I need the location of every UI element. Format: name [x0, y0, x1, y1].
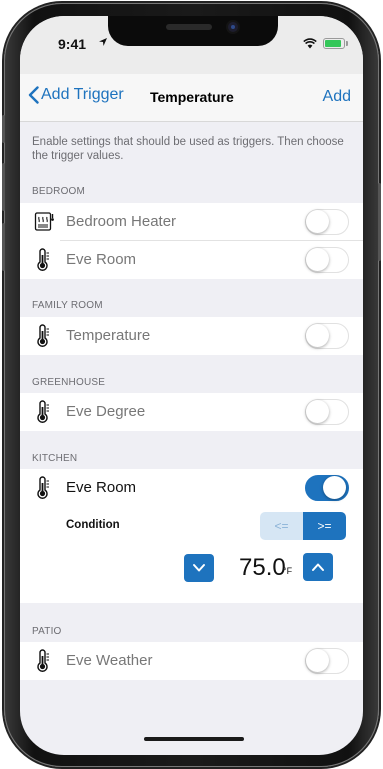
condition-label: Condition: [66, 519, 120, 531]
section-header-greenhouse: GREENHOUSE: [32, 377, 106, 388]
thermometer-icon: [37, 248, 49, 271]
toggle-eve-room-kitchen[interactable]: [305, 475, 349, 501]
trigger-label: Eve Weather: [66, 652, 153, 669]
heater-icon: [34, 212, 54, 231]
toggle-temperature[interactable]: [305, 323, 349, 349]
power-button: [378, 183, 381, 261]
trigger-label: Eve Room: [66, 479, 137, 496]
condition-less-equal-button[interactable]: <=: [260, 512, 303, 540]
navigation-bar: Add Trigger Temperature Add: [20, 74, 363, 122]
home-indicator[interactable]: [144, 737, 244, 741]
section-header-bedroom: BEDROOM: [32, 186, 86, 197]
trigger-label: Eve Room: [66, 251, 137, 268]
volume-down-button: [2, 223, 5, 271]
toggle-bedroom-heater[interactable]: [305, 209, 349, 235]
section-kitchen: Eve Room Condition <= >= 75.0 °F: [20, 469, 363, 603]
trigger-row-eve-room-kitchen: Eve Room: [20, 469, 363, 507]
condition-greater-equal-button[interactable]: >=: [303, 512, 346, 540]
trigger-row-eve-degree: Eve Degree: [20, 393, 363, 431]
notch: [108, 16, 278, 46]
chevron-down-icon: [193, 564, 205, 572]
decrement-button[interactable]: [184, 554, 214, 582]
chevron-left-icon: [28, 86, 39, 104]
section-header-family-room: FAMILY ROOM: [32, 300, 103, 311]
status-time: 9:41: [58, 36, 87, 52]
section-family-room: Temperature: [20, 317, 363, 355]
speaker-grille: [166, 24, 212, 30]
section-header-kitchen: KITCHEN: [32, 453, 78, 464]
add-button[interactable]: Add: [323, 88, 351, 106]
section-greenhouse: Eve Degree: [20, 393, 363, 431]
trigger-label: Eve Degree: [66, 403, 146, 420]
screen: 9:41 Add Trigger Temperature Add Enable …: [20, 16, 363, 755]
thermometer-icon: [37, 324, 49, 347]
trigger-row-temperature: Temperature: [20, 317, 363, 355]
page-title: Temperature: [150, 89, 234, 105]
phone-frame: 9:41 Add Trigger Temperature Add Enable …: [2, 3, 381, 767]
temperature-value: 75.0: [239, 554, 286, 581]
section-patio: Eve Weather: [20, 642, 363, 680]
thermometer-icon: [37, 400, 49, 423]
section-header-patio: PATIO: [32, 626, 62, 637]
back-label: Add Trigger: [41, 86, 124, 103]
toggle-eve-weather[interactable]: [305, 648, 349, 674]
trigger-label: Bedroom Heater: [66, 213, 177, 230]
mute-switch: [2, 115, 5, 143]
increment-button[interactable]: [303, 553, 333, 581]
toggle-eve-room-bedroom[interactable]: [305, 247, 349, 273]
section-bedroom: Bedroom Heater Eve Room: [20, 203, 363, 279]
trigger-row-bedroom-heater: Bedroom Heater: [20, 203, 363, 241]
front-camera: [228, 22, 238, 32]
trigger-label: Temperature: [66, 327, 151, 344]
chevron-up-icon: [312, 563, 324, 571]
battery-icon: [323, 38, 345, 49]
toggle-eve-degree[interactable]: [305, 399, 349, 425]
volume-up-button: [2, 163, 5, 211]
wifi-icon: [303, 38, 317, 49]
temperature-unit: °F: [283, 566, 293, 576]
back-button[interactable]: Add Trigger: [28, 86, 124, 104]
trigger-row-eve-room-bedroom: Eve Room: [20, 241, 363, 279]
intro-text: Enable settings that should be used as t…: [32, 136, 344, 162]
thermometer-icon: [37, 476, 49, 499]
trigger-row-eve-weather: Eve Weather: [20, 642, 363, 680]
thermometer-icon: [37, 649, 49, 672]
location-arrow-icon: [99, 38, 107, 46]
